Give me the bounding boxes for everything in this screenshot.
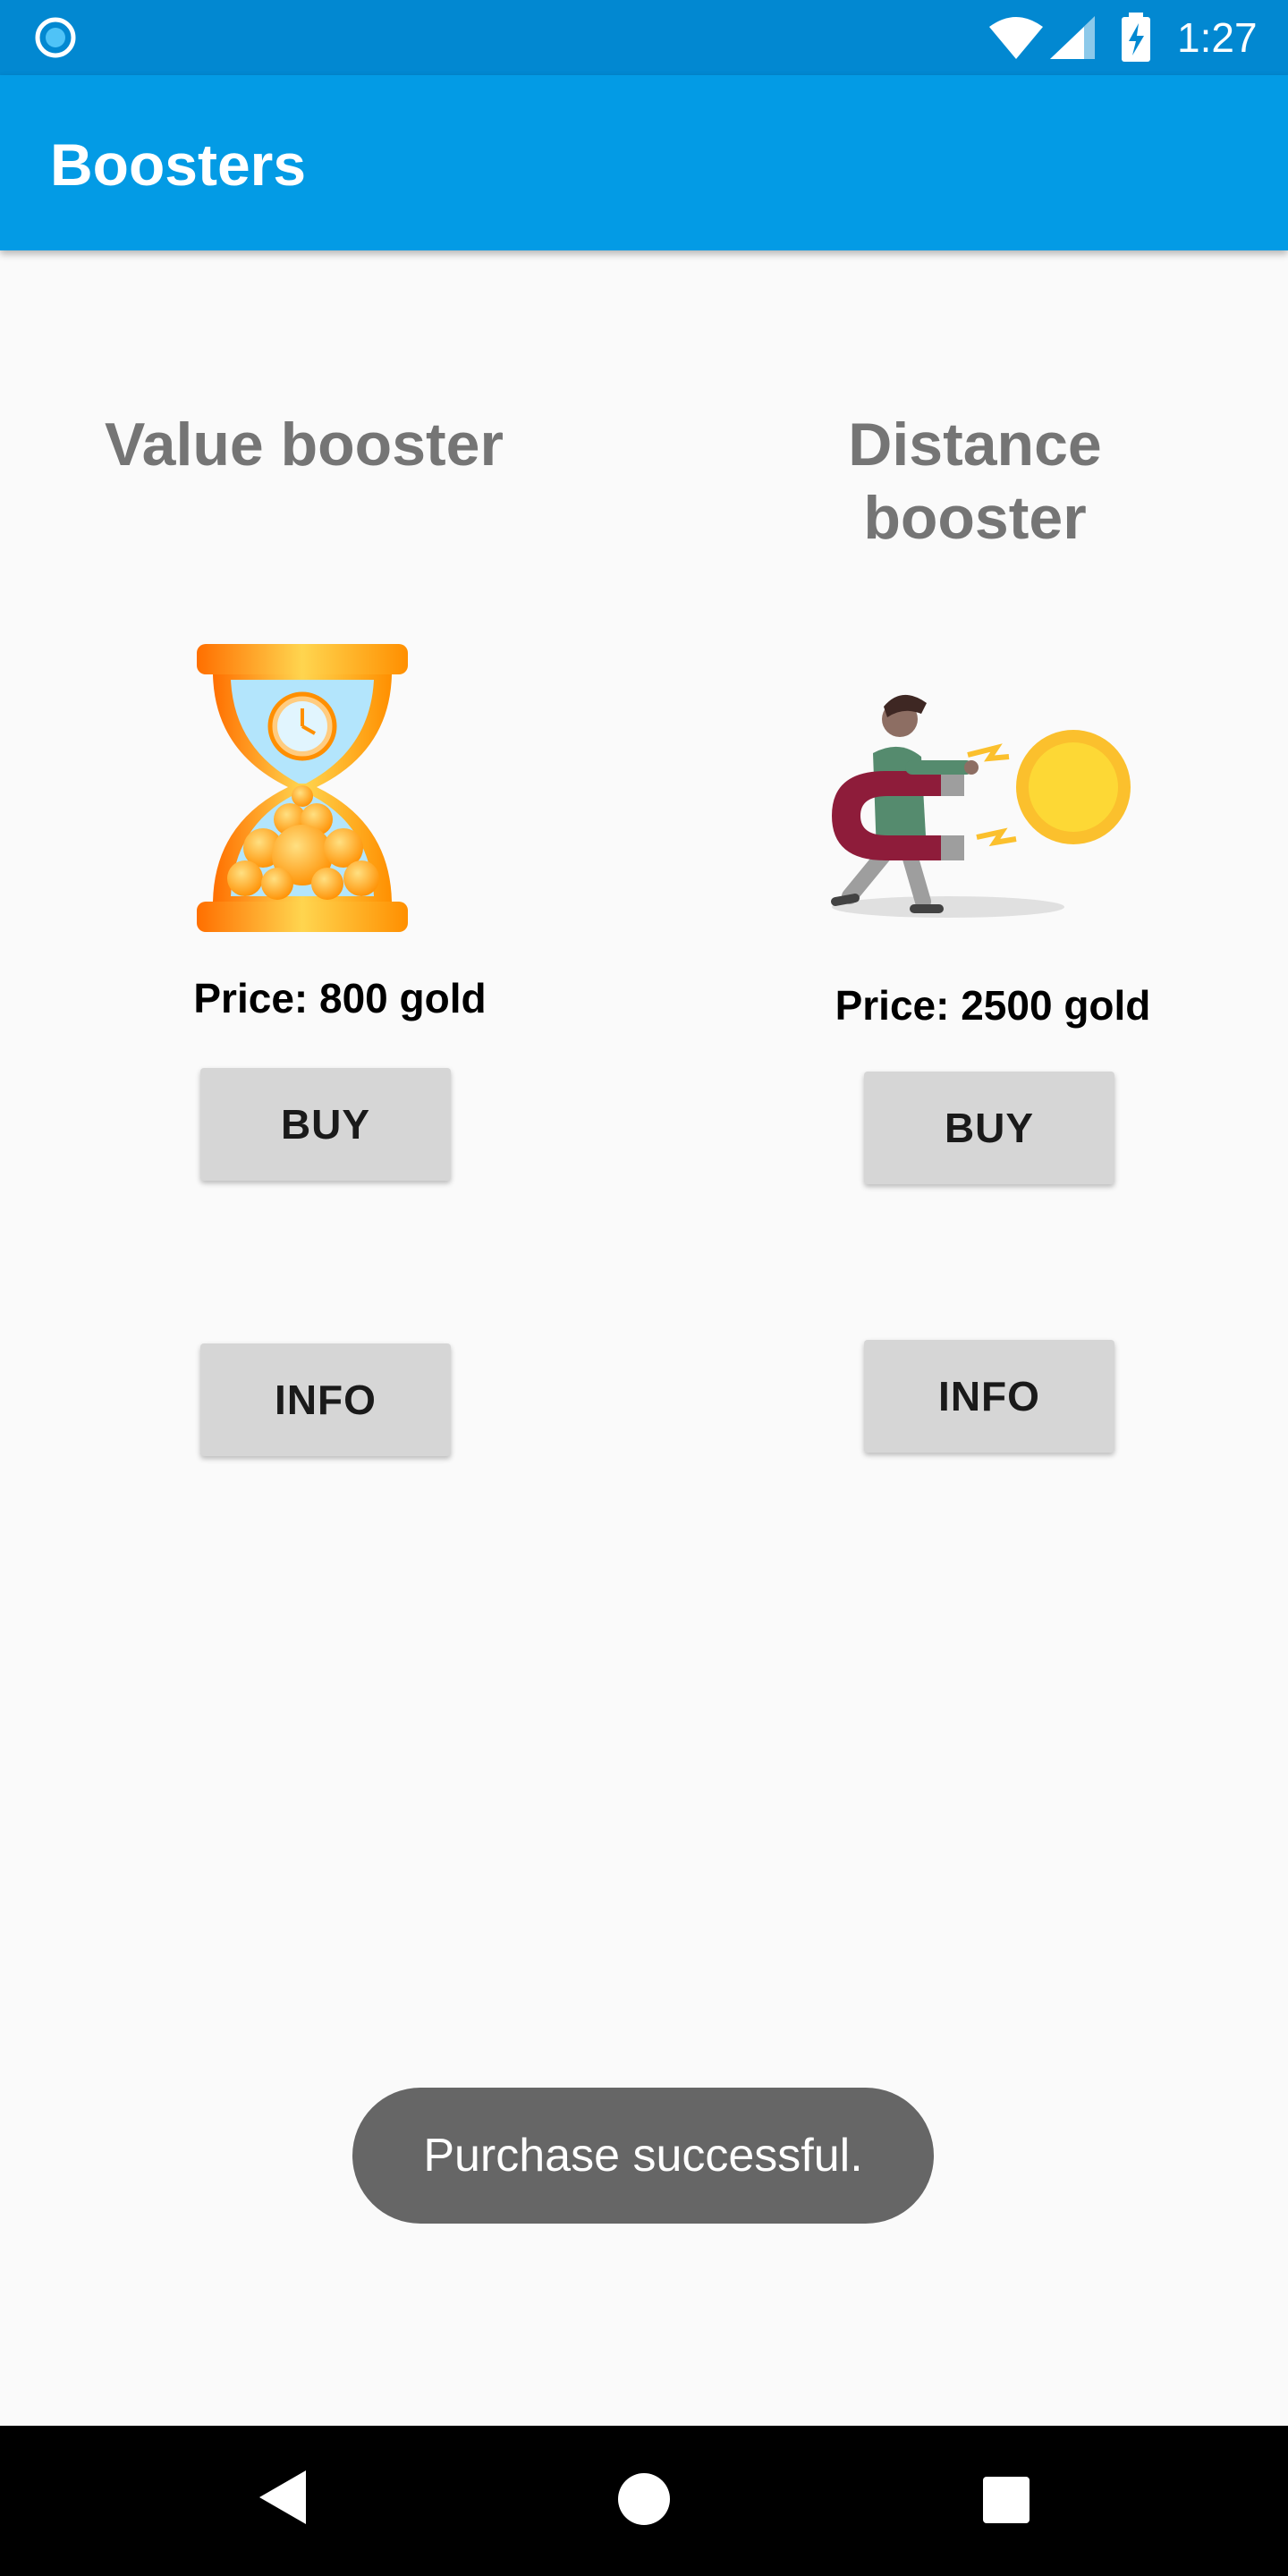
battery-charging-icon xyxy=(1122,13,1150,62)
signal-icon xyxy=(1050,16,1095,59)
navigation-bar xyxy=(0,2426,1288,2576)
hourglass-gold-icon xyxy=(197,644,408,932)
status-clock: 1:27 xyxy=(1177,14,1258,61)
page-title: Boosters xyxy=(50,131,307,198)
distance-booster-price: Price: 2500 gold xyxy=(835,982,1151,1029)
back-icon[interactable] xyxy=(258,2469,308,2526)
toast-message: Purchase successful. xyxy=(352,2088,934,2224)
value-booster-price: Price: 800 gold xyxy=(193,975,487,1021)
value-booster-buy-button[interactable]: BUY xyxy=(200,1068,451,1181)
wifi-icon xyxy=(989,17,1043,59)
home-icon[interactable] xyxy=(617,2472,671,2526)
recents-icon[interactable] xyxy=(982,2476,1030,2524)
distance-booster-buy-button[interactable]: BUY xyxy=(864,1072,1114,1184)
magnet-coin-illustration xyxy=(831,694,1131,918)
distance-booster-info-button[interactable]: INFO xyxy=(864,1340,1114,1453)
distance-booster-title: Distance booster xyxy=(848,411,1102,552)
notification-circle-icon xyxy=(35,17,76,58)
app-bar: Boosters xyxy=(0,75,1288,250)
value-booster-title: Value booster xyxy=(105,411,504,479)
value-booster-info-button[interactable]: INFO xyxy=(200,1343,451,1456)
status-bar: 1:27 xyxy=(0,0,1288,75)
